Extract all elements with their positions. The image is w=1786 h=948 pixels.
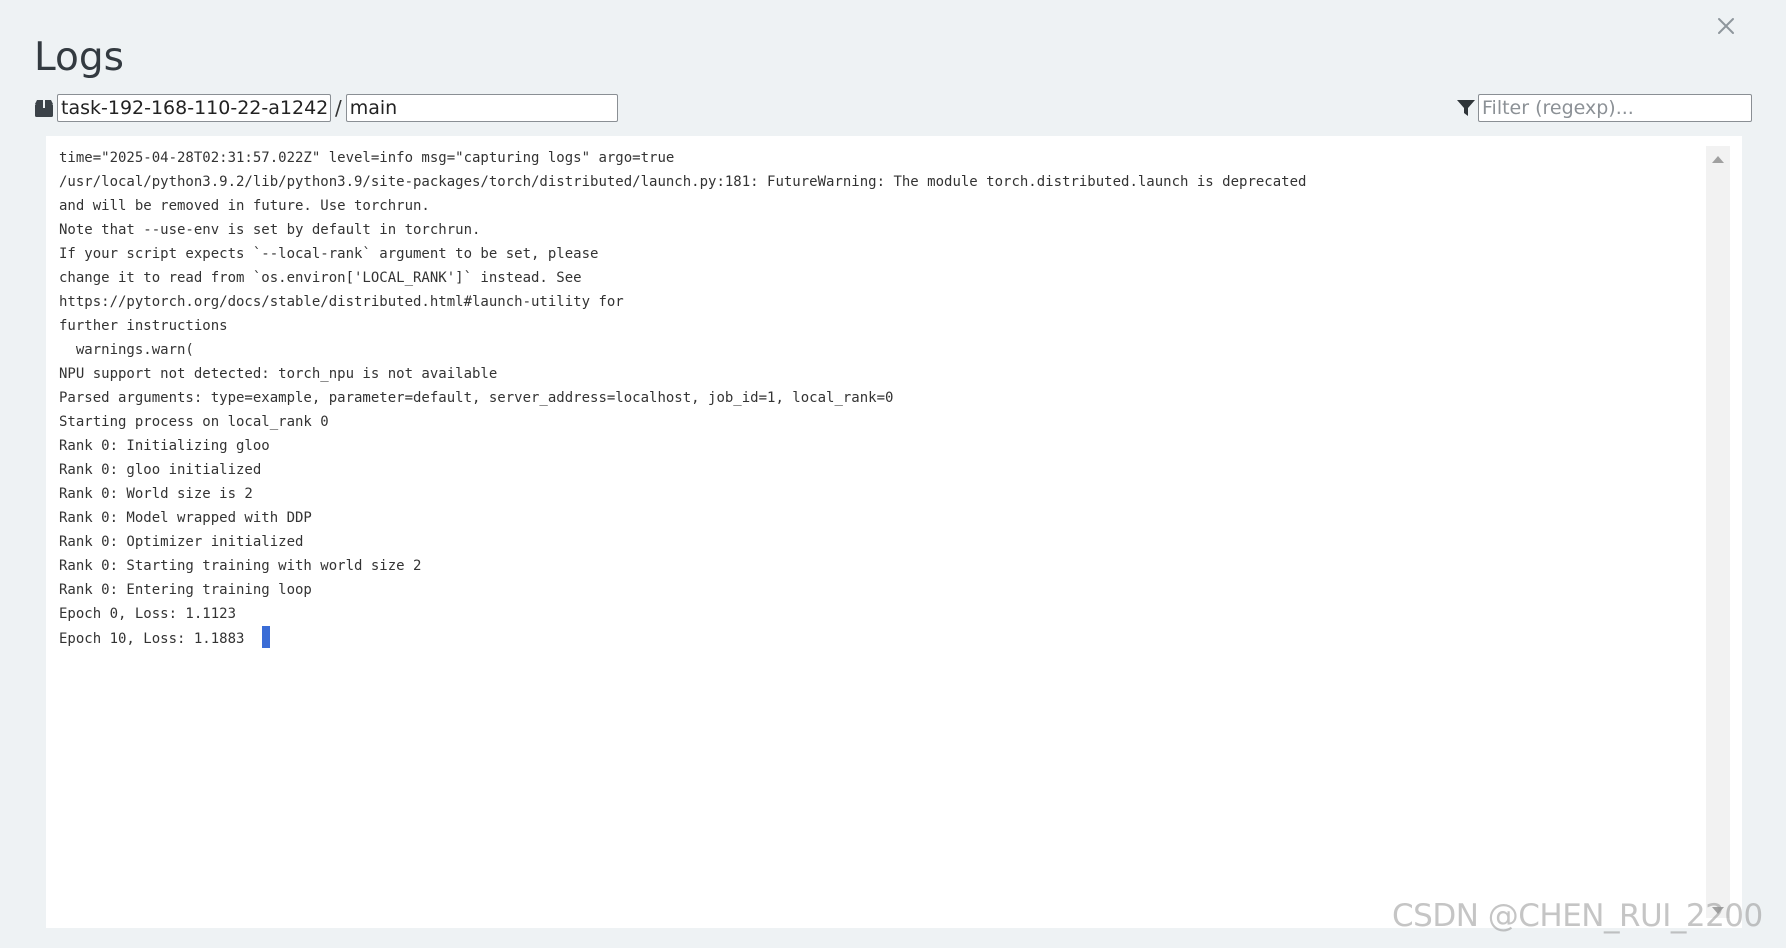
log-line-last: Epoch 10, Loss: 1.1883 [59,626,1306,650]
log-line: warnings.warn( [59,342,194,358]
log-line: and will be removed in future. Use torch… [59,198,430,214]
log-line: Note that --use-env is set by default in… [59,222,481,238]
log-line: Rank 0: Initializing gloo [59,438,270,454]
log-viewer[interactable]: time="2025-04-28T02:31:57.022Z" level=in… [46,136,1742,928]
log-line: further instructions [59,318,228,334]
logs-dialog: Logs / time="2025-04-28T02:31:57.022Z" l… [0,0,1786,948]
container-name-input[interactable] [345,94,618,122]
log-line: time="2025-04-28T02:31:57.022Z" level=in… [59,150,675,166]
log-content: time="2025-04-28T02:31:57.022Z" level=in… [59,146,1306,650]
pod-name-input[interactable] [57,94,331,122]
close-icon [1718,18,1734,34]
package-icon [34,98,54,118]
log-source-selector: / [34,94,618,122]
watermark: CSDN @CHEN_RUI_2200 [1392,898,1763,934]
log-line: Rank 0: Starting training with world siz… [59,558,422,574]
log-line-text: Epoch 10, Loss: 1.1883 [59,631,245,647]
filter-group [1456,94,1752,122]
log-line: Rank 0: Model wrapped with DDP [59,510,312,526]
close-button[interactable] [1710,10,1742,42]
log-line: Epoch 0, Loss: 1.1123 [59,606,237,622]
log-line: Rank 0: gloo initialized [59,462,262,478]
log-line: NPU support not detected: torch_npu is n… [59,366,498,382]
log-line: /usr/local/python3.9.2/lib/python3.9/sit… [59,174,1307,190]
log-line: change it to read from `os.environ['LOCA… [59,270,582,286]
log-line: Rank 0: Optimizer initialized [59,534,304,550]
filter-icon [1456,97,1476,119]
terminal-cursor [262,626,271,648]
log-line: Starting process on local_rank 0 [59,414,329,430]
log-line: If your script expects `--local-rank` ar… [59,246,599,262]
log-line: https://pytorch.org/docs/stable/distribu… [59,294,624,310]
log-line: Parsed arguments: type=example, paramete… [59,390,894,406]
scroll-up-arrow-icon[interactable] [1712,156,1724,163]
filter-input[interactable] [1478,94,1752,122]
path-separator: / [335,96,342,120]
dialog-title: Logs [34,35,124,80]
log-line: Rank 0: World size is 2 [59,486,253,502]
log-line: Rank 0: Entering training loop [59,582,312,598]
log-scrollbar[interactable] [1706,146,1730,918]
